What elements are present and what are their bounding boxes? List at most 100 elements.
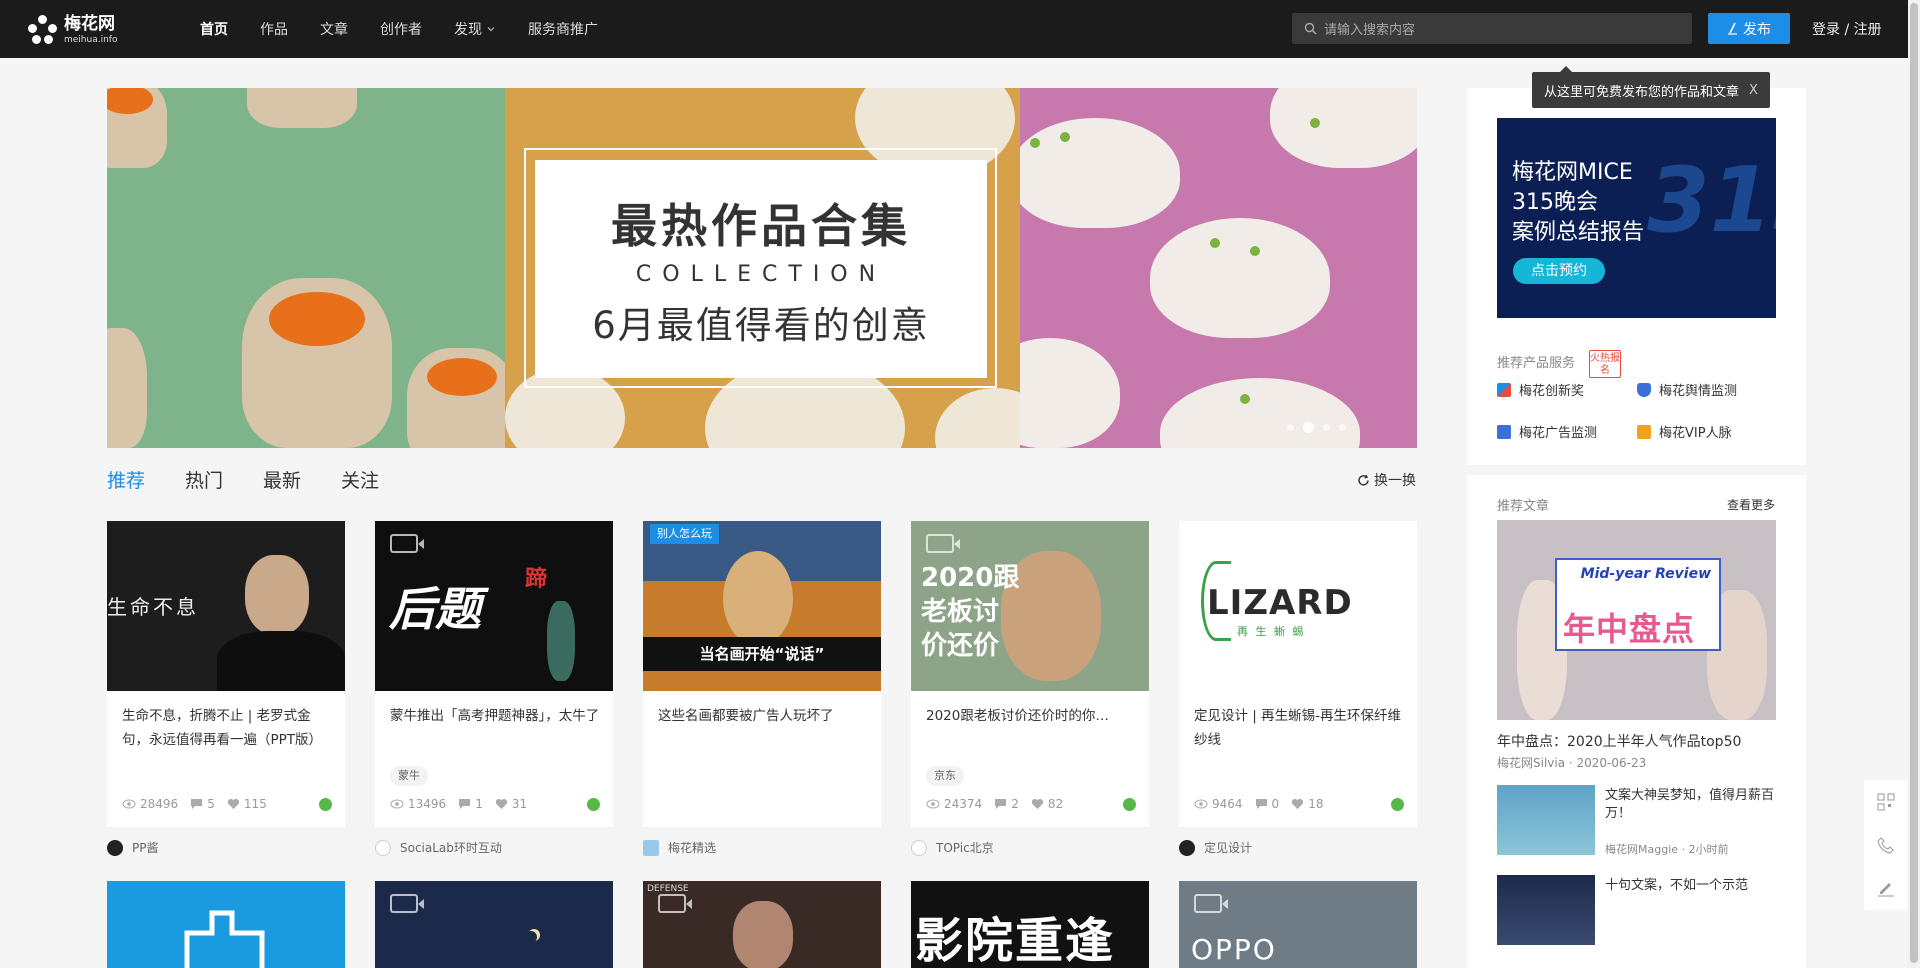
- video-icon: [1194, 894, 1228, 913]
- logo[interactable]: 梅花网 meihua.info: [28, 15, 117, 45]
- work-card[interactable]: 当名画开始“说话” 别人怎么玩 这些名画都要被广告人玩坏了: [643, 521, 881, 827]
- banner-panel-rolls: [107, 88, 505, 448]
- carousel-dots: [1287, 422, 1355, 433]
- ad-number: 315: [1647, 148, 1776, 253]
- view-more-link[interactable]: 查看更多: [1727, 496, 1775, 513]
- card-title[interactable]: 生命不息，折腾不止 | 老罗式金句，永远值得再看一遍（PPT版）: [122, 704, 332, 752]
- search-icon: [1304, 22, 1317, 35]
- tab-recommended[interactable]: 推荐: [107, 466, 145, 493]
- carousel-dot-active[interactable]: [1303, 422, 1314, 433]
- sidebar-ad-banner[interactable]: 315 梅花网MICE 315晚会 案例总结报告 点击预约: [1497, 118, 1776, 318]
- publish-label: 发布: [1743, 21, 1771, 38]
- search-placeholder: 请输入搜索内容: [1324, 23, 1416, 38]
- like-count: 115: [243, 797, 267, 811]
- view-count: 24374: [944, 797, 983, 811]
- card-title[interactable]: 定见设计 | 再生蜥锡-再生环保纤维纱线: [1194, 704, 1404, 752]
- card-author[interactable]: SociaLab环时互动: [375, 839, 502, 856]
- banner-title: 最热作品合集: [611, 198, 911, 253]
- card-thumbnail[interactable]: 当名画开始“说话” 别人怎么玩: [643, 521, 881, 691]
- qr-code-icon: [1877, 793, 1895, 810]
- feature-en: Mid-year Review: [1580, 566, 1711, 582]
- product-sentiment-monitor[interactable]: 梅花舆情监测: [1637, 380, 1737, 399]
- page-scrollbar[interactable]: [1908, 0, 1920, 968]
- nav-discover[interactable]: 发现: [454, 19, 496, 39]
- carousel-dot[interactable]: [1287, 424, 1294, 431]
- card-tag[interactable]: 蒙牛: [390, 766, 428, 786]
- work-card[interactable]: 生命不息 生命不息，折腾不止 | 老罗式金句，永远值得再看一遍（PPT版） 28…: [107, 521, 345, 827]
- tab-following[interactable]: 关注: [341, 466, 379, 493]
- view-count: 9464: [1212, 797, 1243, 811]
- card-thumbnail[interactable]: LIZARD 再 生 蜥 蜴: [1179, 521, 1417, 691]
- card-stats: 9464 0 18: [1194, 797, 1404, 811]
- card-author[interactable]: 定见设计: [1179, 839, 1252, 856]
- refresh-label: 换一换: [1374, 473, 1416, 489]
- author-name: TOPic北京: [936, 841, 994, 855]
- card-author[interactable]: PP酱: [107, 839, 158, 856]
- card-title[interactable]: 这些名画都要被广告人玩坏了: [658, 704, 868, 728]
- product-ad-monitor[interactable]: 梅花广告监测: [1497, 422, 1597, 441]
- login-register-link[interactable]: 登录 / 注册: [1812, 19, 1882, 39]
- publish-tooltip: 从这里可免费发布您的作品和文章 X: [1532, 66, 1770, 108]
- article-title[interactable]: 十句文案，不如一个示范: [1605, 877, 1776, 895]
- eye-icon: [1194, 799, 1208, 809]
- work-card-thumbnail[interactable]: [375, 881, 613, 968]
- work-card-thumbnail[interactable]: [107, 881, 345, 968]
- work-card[interactable]: LIZARD 再 生 蜥 蜴 定见设计 | 再生蜥锡-再生环保纤维纱线 9464…: [1179, 521, 1417, 827]
- link-icon[interactable]: [1391, 797, 1404, 811]
- comment-icon: [1255, 799, 1267, 809]
- nav-articles[interactable]: 文章: [320, 19, 348, 39]
- phone-button[interactable]: [1864, 823, 1908, 866]
- card-badge: 别人怎么玩: [650, 524, 719, 544]
- work-card[interactable]: 后题 蹄 蒙牛推出「高考押题神器」，太牛了 蒙牛 13496 1 31: [375, 521, 613, 827]
- scrollbar-thumb[interactable]: [1910, 3, 1918, 963]
- search-input[interactable]: 请输入搜索内容: [1292, 13, 1692, 44]
- card-thumbnail[interactable]: 2020跟老板讨价还价: [911, 521, 1149, 691]
- article-item[interactable]: 文案大神吴梦知，值得月薪百万！ 梅花网Maggie · 2小时前: [1497, 785, 1776, 856]
- hero-banner[interactable]: 最热作品合集 COLLECTION 6月最值得看的创意: [107, 88, 1417, 448]
- comment-count: 1: [475, 797, 483, 811]
- nav-vendor-promo[interactable]: 服务商推广: [528, 19, 598, 39]
- link-icon[interactable]: [587, 797, 600, 811]
- link-icon[interactable]: [319, 797, 332, 811]
- refresh-button[interactable]: 换一换: [1357, 470, 1416, 490]
- featured-article-image[interactable]: Mid-year Review 年中盘点: [1497, 520, 1776, 720]
- carousel-dot[interactable]: [1339, 424, 1346, 431]
- work-card[interactable]: 2020跟老板讨价还价 2020跟老板讨价还价时的你… 京东 24374 2 8…: [911, 521, 1149, 827]
- ad-line1: 梅花网MICE: [1512, 160, 1633, 185]
- avatar: [375, 839, 391, 856]
- work-card-thumbnail[interactable]: DEFENSE: [643, 881, 881, 968]
- card-author[interactable]: TOPic北京: [911, 839, 994, 856]
- card-thumbnail[interactable]: 后题 蹄: [375, 521, 613, 691]
- product-label: 梅花VIP人脉: [1659, 426, 1732, 441]
- work-card-thumbnail[interactable]: 影院重逢: [911, 881, 1149, 968]
- work-card-thumbnail[interactable]: OPPO: [1179, 881, 1417, 968]
- tab-hot[interactable]: 热门: [185, 466, 223, 493]
- nav-works[interactable]: 作品: [260, 19, 288, 39]
- tooltip-close-icon[interactable]: X: [1749, 83, 1758, 98]
- product-vip-network[interactable]: 梅花VIP人脉: [1637, 422, 1732, 441]
- article-thumbnail[interactable]: [1497, 875, 1595, 945]
- nav-home[interactable]: 首页: [200, 19, 228, 39]
- card-stats: 24374 2 82: [926, 797, 1136, 811]
- article-item[interactable]: 十句文案，不如一个示范: [1497, 875, 1776, 945]
- feedback-button[interactable]: [1864, 866, 1908, 909]
- featured-article-title[interactable]: 年中盘点：2020上半年人气作品top50: [1497, 731, 1741, 751]
- ad-line2: 315晚会: [1512, 190, 1598, 215]
- card-author[interactable]: 梅花精选: [643, 839, 716, 856]
- product-innovation-award[interactable]: 梅花创新奖: [1497, 380, 1584, 399]
- card-title[interactable]: 蒙牛推出「高考押题神器」，太牛了: [390, 704, 600, 728]
- ad-book-button[interactable]: 点击预约: [1513, 258, 1605, 284]
- qr-code-button[interactable]: [1864, 780, 1908, 823]
- card-thumbnail[interactable]: 生命不息: [107, 521, 345, 691]
- card-title[interactable]: 2020跟老板讨价还价时的你…: [926, 704, 1136, 728]
- banner-subtitle: COLLECTION: [635, 261, 887, 287]
- article-thumbnail[interactable]: [1497, 785, 1595, 855]
- link-icon[interactable]: [1123, 797, 1136, 811]
- card-tag[interactable]: 京东: [926, 766, 964, 786]
- tab-latest[interactable]: 最新: [263, 466, 301, 493]
- publish-button[interactable]: 发布: [1708, 13, 1790, 44]
- nav-creators[interactable]: 创作者: [380, 19, 422, 39]
- carousel-dot[interactable]: [1323, 424, 1330, 431]
- view-count: 13496: [408, 797, 447, 811]
- article-title[interactable]: 文案大神吴梦知，值得月薪百万！: [1605, 787, 1776, 823]
